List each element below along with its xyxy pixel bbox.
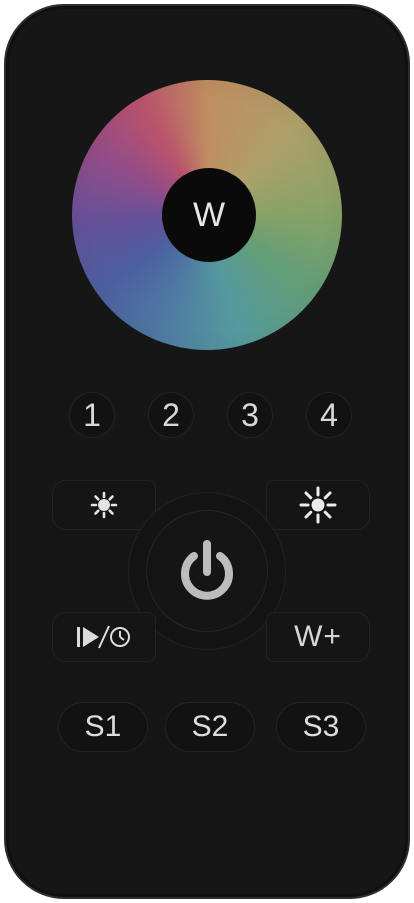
brightness-down-button[interactable] [52,480,156,530]
white-button[interactable]: W [162,168,256,262]
scene-button-label: S2 [191,710,229,743]
white-plus-button[interactable]: W+ [266,612,370,662]
power-icon [172,536,242,606]
scene-button-s2[interactable]: S2 [165,702,255,752]
power-button[interactable] [146,510,268,632]
play-timer-button[interactable] [52,612,156,662]
white-button-label: W [192,195,226,234]
zone-button-4[interactable]: 4 [306,392,352,438]
sun-large-icon [299,486,337,524]
zone-button-2[interactable]: 2 [148,392,194,438]
zone-button-label: 3 [241,396,259,433]
scene-button-s3[interactable]: S3 [276,702,366,752]
zone-button-1[interactable]: 1 [69,392,115,438]
play-timer-icon [73,623,135,651]
zone-button-label: 1 [83,396,101,433]
zone-button-label: 2 [162,396,180,433]
scene-button-label: S3 [302,710,340,743]
zone-button-3[interactable]: 3 [227,392,273,438]
scene-button-label: S1 [84,710,122,743]
brightness-up-button[interactable] [266,480,370,530]
sun-small-icon [88,489,120,521]
scene-button-s1[interactable]: S1 [58,702,148,752]
zone-button-label: 4 [320,396,338,433]
white-plus-label: W+ [294,620,342,653]
